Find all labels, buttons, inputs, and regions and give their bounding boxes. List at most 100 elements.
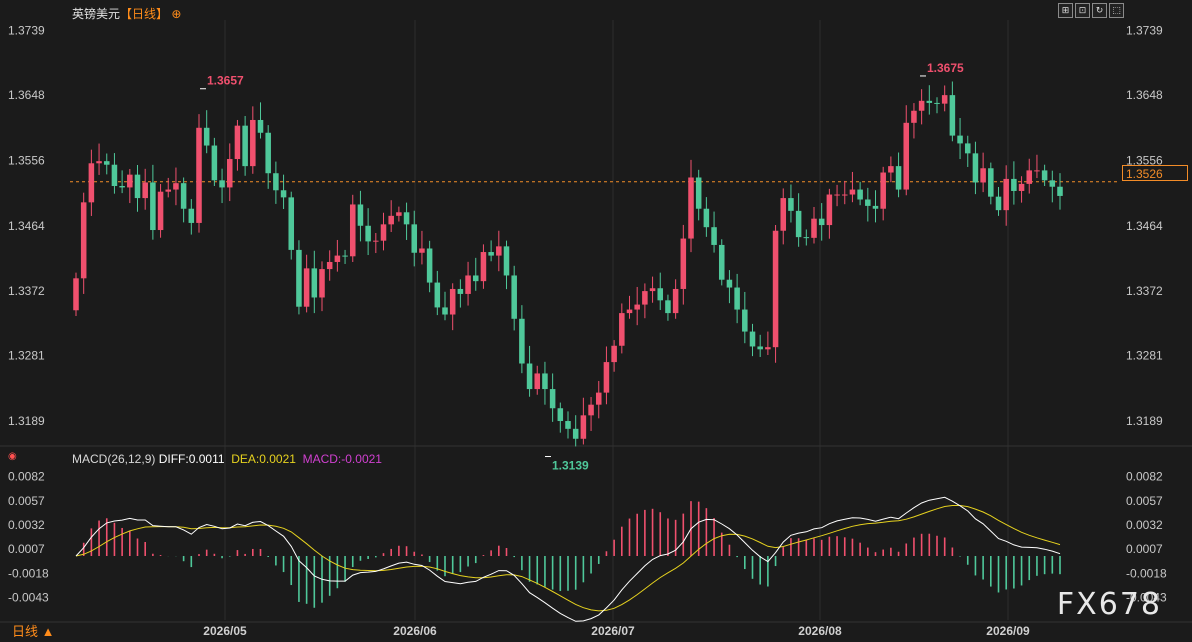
candle-body <box>742 309 748 332</box>
candle-body <box>111 164 118 187</box>
candle-body <box>665 300 671 314</box>
x-tick: 2026/08 <box>798 624 842 638</box>
price-annotation: 1.3657 <box>207 74 244 88</box>
y-tick-right: 1.3648 <box>1126 88 1163 102</box>
candle-body <box>457 288 464 294</box>
candle-body <box>1049 180 1056 187</box>
y-tick-right: 1.3464 <box>1126 219 1163 233</box>
candle-body <box>373 240 379 242</box>
candle-body <box>80 202 87 279</box>
y-tick-right: 1.3189 <box>1126 414 1163 428</box>
symbol-label: 英镑美元 <box>72 7 121 21</box>
candle-body <box>426 248 433 283</box>
candle-body <box>734 287 740 310</box>
candle-body <box>127 174 133 188</box>
candle-body <box>718 244 725 280</box>
candle-body <box>396 212 402 216</box>
candle-body <box>388 215 394 225</box>
candle-body <box>403 212 410 225</box>
candle-body <box>988 168 994 197</box>
price-annotation: 1.3675 <box>927 61 964 75</box>
candle-body <box>880 172 886 209</box>
candle-body <box>226 159 233 188</box>
candle-body <box>319 269 325 298</box>
candle-body <box>449 288 456 315</box>
macd-y-tick-right: 0.0057 <box>1126 494 1163 508</box>
y-tick-left: 1.3281 <box>8 349 45 363</box>
candle-body <box>811 218 817 238</box>
candle-body <box>219 180 225 188</box>
candle-body <box>349 204 356 257</box>
candle-body <box>1018 183 1025 191</box>
candle-body <box>918 100 925 111</box>
candle-body <box>941 95 948 104</box>
period-switch-button[interactable]: 日线 ▲ <box>12 621 54 640</box>
candle-body <box>949 95 956 136</box>
macd-title: MACD(26,12,9) <box>72 452 156 466</box>
candle-body <box>519 318 525 364</box>
candle-body <box>803 237 810 239</box>
chart-canvas[interactable]: 1.3657 1.3675 1.3139 1.3739 1.3739 1.3648 1.3… <box>0 0 1192 642</box>
candle-body <box>196 127 202 223</box>
fullscreen-button[interactable]: ⬚ <box>1109 3 1124 18</box>
dea-value: DEA:0.0021 <box>231 452 296 466</box>
candle-body <box>765 347 771 350</box>
candle-body <box>695 177 702 209</box>
x-tick: 2026/07 <box>591 624 635 638</box>
candle-body <box>549 389 556 409</box>
candle-body <box>534 373 541 390</box>
candle-body <box>688 177 694 239</box>
candle-body <box>672 288 679 314</box>
candle-body <box>526 363 533 390</box>
candle-body <box>903 122 910 190</box>
candle-body <box>273 173 279 191</box>
candle-body <box>826 194 833 226</box>
candle-body <box>488 252 494 256</box>
x-tick: 2026/06 <box>393 624 437 638</box>
candle-body <box>265 132 271 174</box>
candle-body <box>626 309 633 314</box>
candle-body <box>841 194 848 196</box>
candle-body <box>588 404 594 416</box>
candle-body <box>649 288 656 292</box>
candle-body <box>250 119 256 167</box>
candle-body <box>911 110 917 123</box>
y-tick-right: 1.3372 <box>1126 284 1163 298</box>
candle-body <box>242 125 248 167</box>
candle-body <box>1057 186 1063 196</box>
candle-body <box>411 224 418 253</box>
candle-body <box>496 246 502 256</box>
price-annotation: 1.3139 <box>552 459 589 473</box>
macd-y-tick-left: 0.0057 <box>8 494 45 508</box>
y-tick-right: 1.3281 <box>1126 349 1163 363</box>
candle-body <box>657 288 664 301</box>
y-tick-left: 1.3739 <box>8 24 45 38</box>
macd-value: MACD:-0.0021 <box>302 452 382 466</box>
candles <box>73 81 1063 447</box>
x-tick: 2026/09 <box>986 624 1030 638</box>
crosshair-button[interactable]: ⊞ <box>1058 3 1073 18</box>
candle-body <box>595 392 602 405</box>
candle-body <box>603 362 610 393</box>
circle-plus-icon[interactable]: ⊕ <box>171 7 181 21</box>
reset-button[interactable]: ↻ <box>1092 3 1107 18</box>
candle-body <box>857 189 863 200</box>
candle-body <box>972 153 979 183</box>
candle-body <box>1011 178 1017 191</box>
candle-body <box>326 261 333 270</box>
chart-title: 英镑美元【日线】 ⊕ <box>72 5 181 22</box>
indicator-settings-icon[interactable]: ◉ <box>8 451 17 462</box>
macd-y-tick-left: -0.0018 <box>8 566 49 580</box>
grid <box>0 20 1192 623</box>
y-tick-left: 1.3648 <box>8 88 45 102</box>
y-tick-right: 1.3739 <box>1126 24 1163 38</box>
candle-body <box>757 346 763 350</box>
candle-body <box>150 182 156 231</box>
diff-value: DIFF:0.0011 <box>158 452 225 466</box>
candle-body <box>365 225 371 242</box>
candle-body <box>542 373 548 390</box>
candle-body <box>173 183 179 190</box>
fit-button[interactable]: ⊡ <box>1075 3 1090 18</box>
candle-body <box>203 127 210 146</box>
period-tag[interactable]: 【日线】 <box>120 7 168 21</box>
